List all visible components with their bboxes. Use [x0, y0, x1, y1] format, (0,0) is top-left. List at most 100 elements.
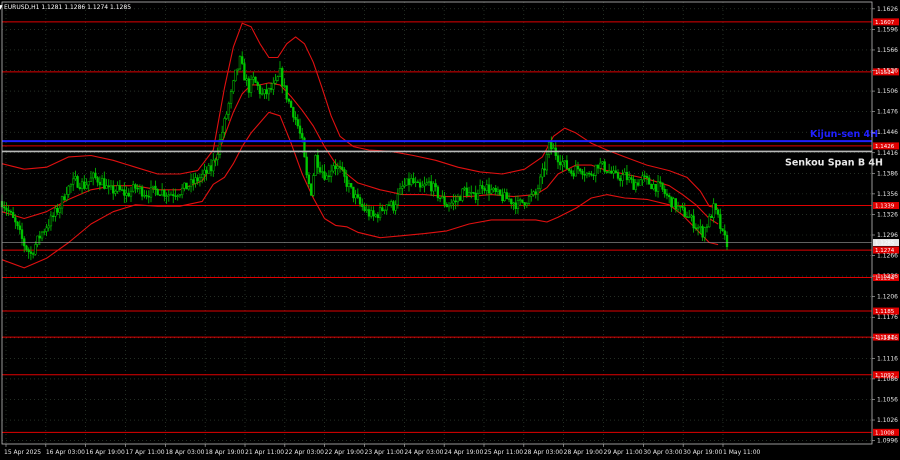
candle-body — [603, 161, 606, 172]
candle-body — [321, 171, 324, 173]
candle-body — [285, 85, 288, 100]
candle-body — [3, 206, 6, 209]
candle-body — [567, 168, 571, 171]
x-tick-label: 17 Apr 11:00 — [126, 449, 165, 456]
candle-body — [225, 113, 228, 119]
candle-body — [587, 172, 591, 175]
y-tick-label: 1.1086 — [877, 376, 898, 383]
candle-body — [283, 85, 286, 87]
y-tick-label: 1.1416 — [877, 150, 898, 157]
candle-body — [234, 69, 237, 82]
current-price-label: 1.1285 — [875, 241, 895, 247]
candle-body — [683, 207, 686, 217]
candle-body — [116, 185, 119, 192]
symbol-dropdown-icon[interactable]: ▼ — [0, 4, 3, 11]
candle-body — [545, 154, 549, 171]
candle-body — [505, 192, 508, 200]
candle-body — [470, 192, 473, 194]
candle-body — [719, 214, 722, 229]
candle-body — [685, 216, 689, 218]
candle-body — [643, 175, 646, 177]
candle-body — [256, 82, 259, 86]
candle-body — [585, 172, 589, 176]
candle-body — [547, 142, 551, 155]
candle-body — [581, 170, 584, 175]
candle-body — [445, 204, 448, 208]
candle-body — [654, 184, 657, 192]
candle-body — [227, 103, 230, 115]
candle-body — [107, 185, 110, 188]
candle-body — [619, 178, 622, 181]
candle-body — [681, 205, 684, 208]
candle-body — [196, 177, 199, 182]
price-chart[interactable]: 1.16071.15341.14261.13391.12741.12341.11… — [0, 0, 900, 460]
y-tick-label: 1.1206 — [877, 294, 898, 301]
candle-body — [516, 200, 520, 209]
candle-body — [267, 88, 271, 95]
candle-body — [336, 166, 339, 169]
candle-body — [507, 198, 511, 200]
candle-body — [665, 193, 669, 196]
candle-body — [325, 175, 328, 180]
candle-body — [314, 155, 317, 176]
candle-body — [656, 181, 660, 192]
candle-body — [265, 89, 268, 95]
candle-body — [327, 175, 331, 177]
candle-body — [583, 174, 586, 176]
candle-body — [307, 174, 311, 185]
senkou-label: Senkou Span B 4H — [785, 157, 883, 168]
candle-body — [514, 202, 517, 209]
candle-body — [247, 78, 251, 93]
x-tick-label: 22 Apr 19:00 — [325, 449, 364, 456]
x-tick-label: 29 Apr 11:00 — [604, 449, 643, 456]
y-tick-label: 1.1026 — [877, 417, 898, 424]
candle-body — [407, 178, 411, 185]
candle-body — [149, 187, 153, 198]
candle-body — [490, 189, 493, 194]
candle-body — [387, 204, 391, 206]
candle-body — [363, 206, 366, 211]
candle-body — [249, 78, 253, 93]
candle-body — [145, 195, 148, 197]
candle-body — [594, 164, 597, 176]
candle-body — [329, 170, 333, 177]
x-tick-label: 16 Apr 03:00 — [46, 449, 85, 456]
candle-body — [343, 169, 346, 177]
candle-body — [323, 171, 326, 180]
x-tick-label: 15 Apr 2025 — [4, 449, 41, 456]
candle-body — [381, 207, 384, 211]
candle-body — [7, 209, 10, 212]
candle-body — [648, 177, 651, 185]
y-tick-label: 1.1116 — [877, 355, 898, 362]
x-tick-label: 22 Apr 03:00 — [285, 449, 324, 456]
candle-body — [708, 215, 711, 228]
candle-body — [650, 184, 653, 190]
chart-title: EURUSD,H1 1.1281 1.1286 1.1274 1.1285 — [4, 4, 131, 11]
candle-body — [100, 178, 104, 186]
candle-body — [670, 196, 673, 208]
candle-body — [534, 191, 537, 195]
candle-body — [187, 186, 190, 190]
y-tick-label: 1.1236 — [877, 273, 898, 280]
x-tick-label: 28 Apr 03:00 — [524, 449, 563, 456]
candle-body — [454, 200, 457, 203]
candle-body — [358, 197, 362, 205]
candle-body — [378, 207, 382, 218]
candle-body — [556, 155, 560, 163]
candle-body — [9, 210, 13, 213]
candle-body — [316, 155, 319, 168]
candle-body — [172, 194, 175, 196]
candle-body — [301, 133, 304, 139]
candle-body — [160, 190, 164, 196]
candle-body — [441, 196, 444, 199]
candle-body — [147, 195, 150, 198]
candle-body — [178, 194, 182, 197]
candle-body — [289, 101, 293, 108]
candle-body — [674, 198, 677, 210]
candle-body — [252, 76, 255, 80]
candle-body — [60, 196, 64, 209]
candle-body — [714, 203, 718, 210]
candle-body — [694, 227, 698, 229]
x-tick-label: 30 Apr 03:00 — [643, 449, 682, 456]
candle-body — [127, 192, 130, 197]
